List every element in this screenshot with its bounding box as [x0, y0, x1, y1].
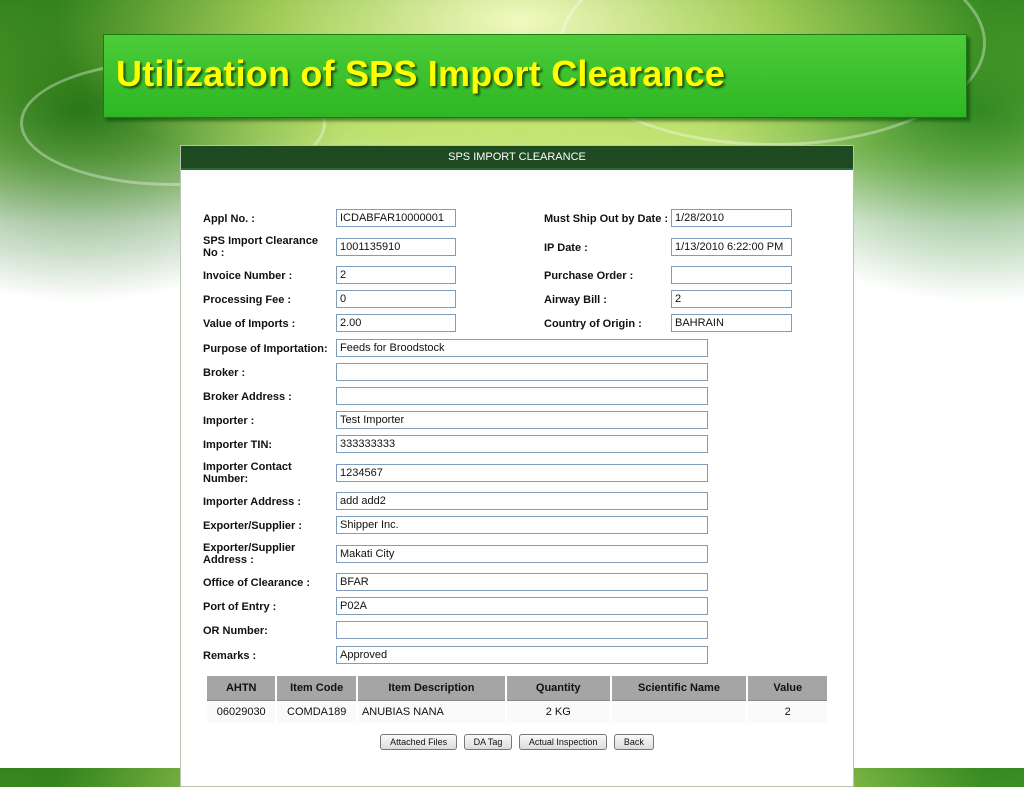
- value-of-imports-field[interactable]: 2.00: [336, 314, 456, 332]
- office-of-clearance-label: Office of Clearance :: [203, 577, 310, 589]
- broker-field[interactable]: [336, 363, 708, 381]
- invoice-number-label: Invoice Number :: [203, 270, 293, 282]
- or-number-field[interactable]: [336, 621, 708, 639]
- purchase-order-field[interactable]: [671, 266, 792, 284]
- appl-no-label: Appl No. :: [203, 213, 255, 225]
- invoice-number-field[interactable]: 2: [336, 266, 456, 284]
- importer-label: Importer :: [203, 415, 255, 427]
- cell-item-description: ANUBIAS NANA: [357, 701, 505, 723]
- actual-inspection-button[interactable]: Actual Inspection: [518, 734, 608, 750]
- col-header-ahtn: AHTN: [207, 676, 276, 701]
- purpose-of-importation-label: Purpose of Importation:: [203, 343, 328, 355]
- col-header-item-description: Item Description: [357, 676, 505, 701]
- airway-bill-field[interactable]: 2: [671, 290, 792, 308]
- col-header-quantity: Quantity: [506, 676, 610, 701]
- table-row: 06029030 COMDA189 ANUBIAS NANA 2 KG 2: [207, 701, 827, 723]
- airway-bill-label: Airway Bill :: [544, 294, 607, 306]
- port-of-entry-field[interactable]: P02A: [336, 597, 708, 615]
- broker-address-label: Broker Address :: [203, 391, 292, 403]
- port-of-entry-label: Port of Entry :: [203, 601, 277, 613]
- exporter-supplier-address-field[interactable]: Makati City: [336, 545, 708, 563]
- cell-value: 2: [748, 701, 827, 723]
- value-of-imports-label: Value of Imports :: [203, 318, 296, 330]
- cell-ahtn: 06029030: [207, 701, 276, 723]
- da-tag-button[interactable]: DA Tag: [463, 734, 513, 750]
- attached-files-button[interactable]: Attached Files: [380, 734, 458, 750]
- slide-title-bar: Utilization of SPS Import Clearance: [103, 34, 967, 118]
- sps-clearance-no-field[interactable]: 1001135910: [336, 238, 456, 256]
- must-ship-out-date-field[interactable]: 1/28/2010: [671, 209, 792, 227]
- office-of-clearance-field[interactable]: BFAR: [336, 573, 708, 591]
- ip-date-label: IP Date :: [544, 242, 588, 254]
- importer-address-field[interactable]: add add2: [336, 492, 708, 510]
- items-table: AHTN Item Code Item Description Quantity…: [205, 676, 829, 723]
- remarks-field[interactable]: Approved: [336, 646, 708, 664]
- importer-contact-number-field[interactable]: 1234567: [336, 464, 708, 482]
- broker-address-field[interactable]: [336, 387, 708, 405]
- purpose-of-importation-field[interactable]: Feeds for Broodstock: [336, 339, 708, 357]
- exporter-supplier-field[interactable]: Shipper Inc.: [336, 516, 708, 534]
- exporter-supplier-label: Exporter/Supplier :: [203, 520, 303, 532]
- form-header: SPS IMPORT CLEARANCE: [181, 146, 853, 170]
- remarks-label: Remarks :: [203, 650, 257, 662]
- processing-fee-label: Processing Fee :: [203, 294, 292, 306]
- items-table-header-row: AHTN Item Code Item Description Quantity…: [207, 676, 827, 701]
- cell-scientific-name: [611, 701, 747, 723]
- importer-tin-field[interactable]: 333333333: [336, 435, 708, 453]
- exporter-supplier-address-label: Exporter/Supplier Address :: [203, 542, 296, 566]
- broker-label: Broker :: [203, 367, 246, 379]
- importer-contact-number-label: Importer Contact Number:: [203, 461, 292, 485]
- importer-field[interactable]: Test Importer: [336, 411, 708, 429]
- action-buttons: Attached Files DA Tag Actual Inspection …: [181, 732, 853, 750]
- must-ship-out-date-label: Must Ship Out by Date :: [544, 213, 669, 225]
- importer-address-label: Importer Address :: [203, 496, 302, 508]
- purchase-order-label: Purchase Order :: [544, 270, 634, 282]
- cell-item-code: COMDA189: [277, 701, 356, 723]
- ip-date-field[interactable]: 1/13/2010 6:22:00 PM: [671, 238, 792, 256]
- sps-clearance-no-label: SPS Import Clearance No :: [203, 235, 318, 259]
- col-header-item-code: Item Code: [277, 676, 356, 701]
- country-of-origin-field[interactable]: BAHRAIN: [671, 314, 792, 332]
- appl-no-field[interactable]: ICDABFAR10000001: [336, 209, 456, 227]
- processing-fee-field[interactable]: 0: [336, 290, 456, 308]
- slide-title: Utilization of SPS Import Clearance: [116, 53, 726, 94]
- col-header-scientific-name: Scientific Name: [611, 676, 747, 701]
- or-number-label: OR Number:: [203, 625, 268, 637]
- col-header-value: Value: [748, 676, 827, 701]
- back-button[interactable]: Back: [613, 734, 654, 750]
- cell-quantity: 2 KG: [506, 701, 610, 723]
- sps-import-clearance-form: SPS IMPORT CLEARANCE Appl No. : ICDABFAR…: [180, 145, 854, 787]
- importer-tin-label: Importer TIN:: [203, 439, 273, 451]
- country-of-origin-label: Country of Origin :: [544, 318, 642, 330]
